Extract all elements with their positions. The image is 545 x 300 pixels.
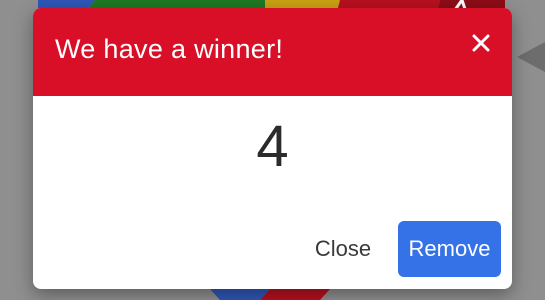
winner-dialog: We have a winner! 4 Close Remove [33,8,512,289]
winner-value: 4 [256,114,289,179]
wheel-segment-bottom-red [260,289,330,300]
dialog-title: We have a winner! [55,34,284,64]
wheel-segment-bottom-blue [210,289,270,300]
wheel-pointer-icon [517,42,545,72]
remove-button[interactable]: Remove [398,221,501,277]
close-button[interactable]: Close [301,221,385,277]
close-x-icon[interactable] [468,30,494,56]
dialog-header: We have a winner! [33,8,512,96]
